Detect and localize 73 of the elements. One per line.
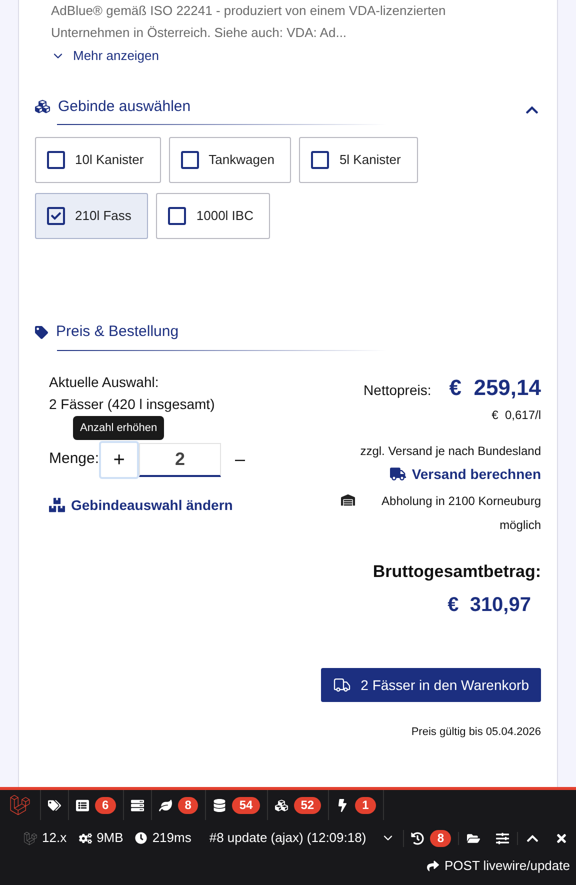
laravel-logo-icon	[24, 832, 37, 844]
events-icon	[336, 798, 350, 812]
checkbox[interactable]	[47, 151, 65, 169]
gross-total-label: Bruttogesamtbetrag:	[372, 560, 541, 583]
tag-icon	[35, 326, 48, 339]
calculate-shipping-link[interactable]: Versand berechnen	[390, 464, 541, 484]
price-per-liter: € 0,617/l	[492, 406, 541, 424]
cubes-icon	[35, 99, 50, 114]
show-more-link[interactable]: Mehr anzeigen	[51, 46, 159, 66]
tooltip: Anzahl erhöhen	[73, 416, 164, 440]
settings-icon	[496, 832, 509, 844]
gross-total-price: € 310,97	[448, 593, 531, 618]
request-selector[interactable]: #8 update (ajax) (12:09:18)	[209, 828, 366, 848]
checkbox[interactable]	[47, 207, 65, 225]
check-icon	[51, 211, 61, 221]
checkbox[interactable]	[311, 151, 330, 169]
models-icon	[274, 798, 288, 812]
change-container-link[interactable]: Gebindeauswahl ändern	[49, 494, 233, 516]
container-option[interactable]: 5l Kanister	[299, 137, 418, 183]
messages-icon	[76, 798, 89, 812]
routes-icon	[130, 798, 144, 812]
truck-icon	[332, 676, 351, 694]
queries-icon	[213, 798, 226, 812]
container-option[interactable]: 10l Kanister	[35, 137, 161, 183]
description-text: AdBlue® gemäß ISO 22241 - produziert von einem VDA-lizenzierten	[51, 2, 447, 20]
container-option[interactable]: 1000l IBC	[156, 193, 270, 239]
laravel-logo-icon	[10, 795, 30, 815]
quantity-label: Menge:	[49, 449, 100, 470]
pickup-text: Abholung in 2100 Korneuburg möglich	[380, 492, 541, 534]
debug-tab[interactable]: 54	[206, 790, 268, 820]
quantity-field[interactable]: 2	[139, 442, 222, 476]
container-option[interactable]: Tankwagen	[168, 137, 292, 183]
route-text: POST livewire/update	[444, 857, 570, 875]
gears-icon	[78, 832, 92, 844]
increase-button[interactable]: +	[99, 440, 140, 478]
count-badge: 52	[294, 796, 322, 814]
checkbox[interactable]	[180, 151, 199, 169]
count-badge: 8	[430, 830, 451, 846]
version-text: 12.x	[42, 829, 67, 848]
description-text: Unternehmen in Österreich. Siehe auch: VDA: Ad...	[51, 24, 348, 42]
count-badge: 8	[178, 796, 198, 814]
section-heading: Gebinde auswählen	[58, 96, 191, 116]
debug-tab[interactable]: 8	[152, 790, 206, 820]
truck-icon	[390, 466, 406, 482]
count-badge: 1	[355, 796, 376, 814]
selection-value: 2 Fässer (420 l insgesamt)	[49, 394, 216, 414]
add-to-cart-button[interactable]: 2 Fässer in den Warenkorb	[320, 668, 541, 702]
count-badge: 54	[232, 796, 260, 814]
debug-tab[interactable]: 52	[268, 790, 330, 820]
section-heading: Preis & Bestellung	[56, 322, 179, 342]
tags-icon	[48, 798, 61, 812]
clock-icon	[135, 832, 148, 844]
price-valid-until: Preis gültig bis 05.04.2026	[411, 725, 541, 740]
duration-text: 219ms	[152, 829, 192, 848]
net-price-label: Nettopreis:	[364, 380, 432, 400]
net-price: € 259,14	[449, 374, 541, 402]
shipping-note: zzgl. Versand je nach Bundesland	[360, 442, 541, 460]
count-badge: 6	[95, 796, 116, 814]
history-button[interactable]: 8	[403, 830, 458, 846]
views-icon	[158, 798, 172, 812]
selection-label: Aktuelle Auswahl:	[49, 372, 160, 392]
checkbox[interactable]	[168, 207, 186, 225]
debug-tab[interactable]: 1	[329, 790, 384, 820]
debug-tab[interactable]: 6	[69, 790, 124, 820]
decrease-button[interactable]: –	[231, 446, 250, 473]
warehouse-icon	[341, 492, 355, 506]
close-icon	[555, 832, 568, 844]
container-option[interactable]: 210l Fass	[35, 193, 148, 239]
history-icon	[411, 832, 424, 844]
folder-icon	[467, 832, 480, 844]
memory-text: 9MB	[96, 829, 124, 848]
boxes-icon	[49, 497, 65, 513]
redirect-arrow-icon	[426, 860, 438, 872]
